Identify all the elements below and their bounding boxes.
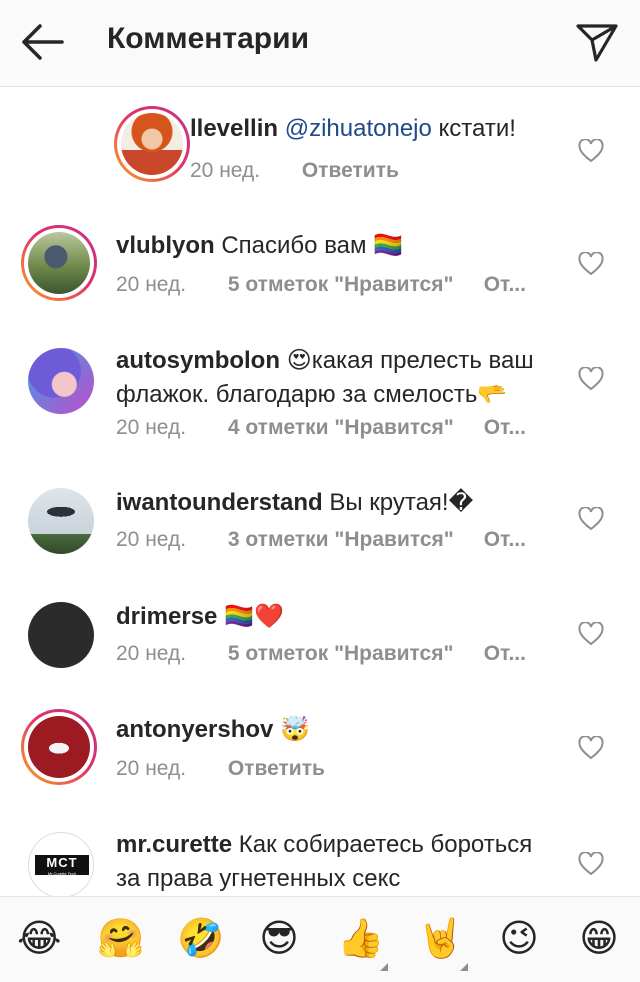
emoji-button[interactable]: 😂: [17, 917, 61, 961]
emoji-button[interactable]: 👍: [337, 917, 384, 961]
avatar: [28, 716, 90, 778]
paper-plane-icon[interactable]: [574, 20, 620, 64]
heart-icon[interactable]: [578, 851, 604, 876]
comment-text: 🤯: [280, 716, 310, 743]
comment-text: 🏳️‍🌈❤️: [224, 603, 284, 630]
comments-list[interactable]: llevellin @zihuatonejo кстати! 20 нед. О…: [0, 86, 640, 896]
reply-button[interactable]: От...: [484, 273, 526, 297]
comment-username[interactable]: autosymbolon: [116, 347, 280, 374]
heart-icon[interactable]: [578, 735, 604, 760]
avatar: [28, 348, 94, 414]
emoji-button[interactable]: 🤣: [177, 917, 224, 961]
comment-username[interactable]: iwantounderstand: [116, 489, 323, 516]
avatar-ring[interactable]: [114, 106, 190, 182]
skin-tone-indicator-icon: [380, 963, 388, 971]
reply-button[interactable]: От...: [484, 642, 526, 666]
heart-icon[interactable]: [578, 138, 604, 163]
heart-icon[interactable]: [578, 506, 604, 531]
heart-icon[interactable]: [578, 251, 604, 276]
comment-time: 20 нед.: [116, 273, 187, 296]
comment-username[interactable]: antonyershov: [116, 716, 273, 743]
emoji-button[interactable]: 😁: [577, 917, 621, 961]
avatar: MCT Mr.Curette Tech: [28, 832, 94, 896]
avatar: [28, 232, 90, 294]
comment-username[interactable]: vlublyon: [116, 232, 215, 259]
comment-time: 20 нед.: [116, 528, 187, 551]
heart-icon[interactable]: [578, 366, 604, 391]
comment-text: Вы крутая!�: [329, 489, 474, 516]
avatar: [28, 602, 94, 668]
avatar-ring[interactable]: [21, 225, 97, 301]
avatar-logo-subtext: Mr.Curette Tech: [47, 871, 77, 876]
emoji-button[interactable]: 😎: [257, 917, 301, 961]
comment-username[interactable]: mr.curette: [116, 831, 232, 858]
skin-tone-indicator-icon: [460, 963, 468, 971]
heart-icon[interactable]: [578, 621, 604, 646]
avatar: [121, 113, 183, 175]
top-bar: Комментарии: [0, 0, 640, 87]
comment-username[interactable]: drimerse: [116, 603, 217, 630]
comment-text: Спасибо вам 🏳️‍🌈: [221, 232, 404, 259]
comment-mention[interactable]: @zihuatonejo: [285, 115, 432, 142]
comment-text: кстати!: [431, 115, 516, 142]
likes-count[interactable]: 4 отметки "Нравится": [228, 416, 478, 440]
page-title: Комментарии: [107, 22, 310, 55]
comment-time: 20 нед.: [116, 416, 187, 439]
reply-button[interactable]: От...: [484, 528, 526, 552]
reply-button[interactable]: Ответить: [228, 757, 325, 781]
comment-time: 20 нед.: [190, 159, 261, 182]
reply-button[interactable]: От...: [484, 416, 526, 440]
emoji-button[interactable]: 🤗: [97, 917, 144, 961]
avatar-ring[interactable]: [21, 709, 97, 785]
reply-button[interactable]: Ответить: [302, 159, 399, 183]
back-arrow-icon[interactable]: [18, 20, 66, 64]
emoji-quick-bar: 😂 🤗 🤣 😎 👍 🤘 😉 😁: [0, 896, 640, 982]
likes-count[interactable]: 3 отметки "Нравится": [228, 528, 478, 552]
emoji-button[interactable]: 😉: [497, 917, 541, 961]
comment-time: 20 нед.: [116, 642, 187, 665]
emoji-button[interactable]: 🤘: [417, 917, 464, 961]
likes-count[interactable]: 5 отметок "Нравится": [228, 273, 478, 297]
comment-time: 20 нед.: [116, 757, 187, 780]
avatar: [28, 488, 94, 554]
likes-count[interactable]: 5 отметок "Нравится": [228, 642, 478, 666]
comment-username[interactable]: llevellin: [190, 115, 278, 142]
